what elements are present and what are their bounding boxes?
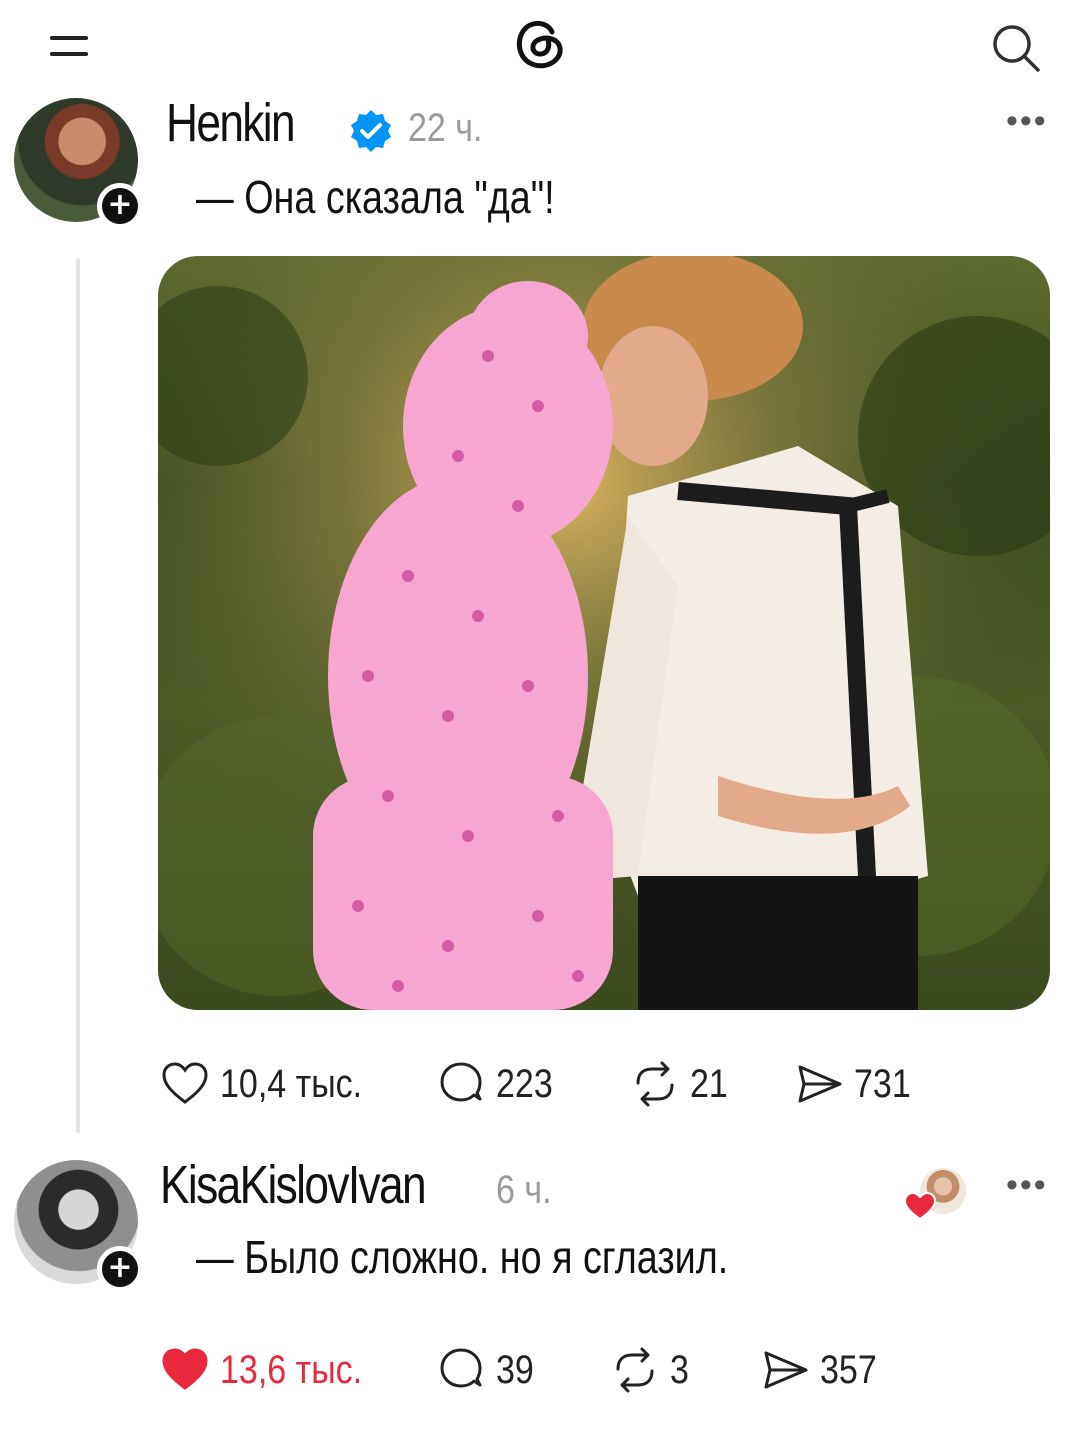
- username[interactable]: KisaKislovIvan: [160, 1154, 427, 1216]
- username[interactable]: Henkin: [166, 92, 296, 154]
- post-time: 6 ч.: [496, 1168, 552, 1212]
- menu-icon[interactable]: [50, 28, 94, 64]
- repost-count: 21: [690, 1061, 728, 1106]
- comment-icon: [440, 1062, 482, 1102]
- share-button[interactable]: 731: [794, 1054, 921, 1114]
- follow-plus-button[interactable]: +: [97, 1246, 143, 1292]
- reply-count: 223: [496, 1061, 553, 1106]
- like-button[interactable]: 10,4 тыс.: [160, 1054, 387, 1114]
- send-icon: [764, 1351, 808, 1389]
- like-count: 13,6 тыс.: [220, 1347, 363, 1392]
- like-button[interactable]: 13,6 тыс.: [160, 1340, 387, 1400]
- verified-badge-icon: [351, 110, 391, 152]
- heart-filled-icon: [162, 1348, 208, 1390]
- post-actions: 13,6 тыс. 39 3 357: [160, 1340, 1020, 1400]
- post-actions: 10,4 тыс. 223 21 731: [160, 1054, 1020, 1114]
- liked-by-heart-icon: [904, 1192, 936, 1220]
- reply-count: 39: [496, 1347, 534, 1392]
- more-options-icon[interactable]: •••: [1006, 102, 1048, 141]
- heart-icon: [162, 1062, 208, 1104]
- reply-button[interactable]: 39: [436, 1340, 541, 1400]
- photo-illustration: [158, 256, 1050, 1010]
- post-time: 22 ч.: [408, 106, 483, 150]
- send-icon: [798, 1065, 842, 1103]
- like-count: 10,4 тыс.: [220, 1061, 363, 1106]
- search-icon[interactable]: [988, 20, 1044, 76]
- repost-icon: [636, 1061, 674, 1107]
- repost-count: 3: [670, 1347, 689, 1392]
- threads-logo-icon[interactable]: [508, 10, 572, 74]
- repost-icon: [616, 1347, 654, 1393]
- share-count: 357: [820, 1347, 877, 1392]
- post-text: — Она сказала "да"!: [196, 171, 555, 223]
- share-count: 731: [854, 1061, 911, 1106]
- follow-plus-button[interactable]: +: [97, 183, 143, 229]
- comment-icon: [440, 1348, 482, 1388]
- reply-button[interactable]: 223: [436, 1054, 563, 1114]
- repost-button[interactable]: 3: [610, 1340, 692, 1400]
- more-options-icon[interactable]: •••: [1006, 1166, 1048, 1205]
- thread-line: [76, 258, 80, 1133]
- post-text: — Было сложно. но я сглазил.: [196, 1231, 729, 1283]
- post-photo[interactable]: [158, 256, 1050, 1010]
- repost-button[interactable]: 21: [630, 1054, 735, 1114]
- share-button[interactable]: 357: [760, 1340, 887, 1400]
- threads-feed: + Henkin 22 ч. ••• — Она сказала "да"! 1…: [0, 0, 1080, 1438]
